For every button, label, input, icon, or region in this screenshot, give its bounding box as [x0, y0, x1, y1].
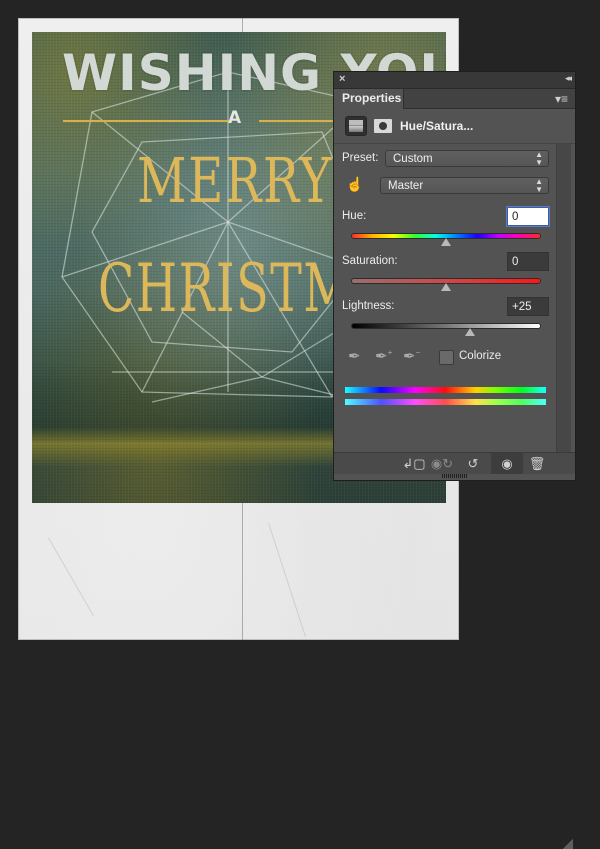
lightness-slider[interactable]	[352, 324, 540, 328]
select-arrows-icon: ▲ ▼	[535, 150, 543, 167]
tab-properties[interactable]: Properties	[334, 89, 404, 109]
adjustment-layer-icon[interactable]	[346, 117, 366, 135]
hue-input[interactable]: 0	[507, 207, 549, 226]
reset-icon[interactable]: ↺	[457, 453, 489, 474]
panel-grip[interactable]	[442, 474, 468, 478]
preset-select[interactable]: Custom ▲ ▼	[385, 150, 549, 167]
saturation-label: Saturation:	[342, 255, 398, 267]
select-arrows-icon: ▲ ▼	[535, 177, 543, 194]
preset-label: Preset:	[342, 152, 379, 164]
input-color-bar	[345, 387, 546, 393]
hue-slider-thumb[interactable]	[441, 238, 451, 246]
targeted-adjustment-hand-icon[interactable]: ☝	[346, 176, 363, 193]
lightness-slider-thumb[interactable]	[464, 328, 475, 336]
output-color-bar	[345, 399, 546, 405]
saturation-slider-thumb[interactable]	[441, 283, 451, 291]
panel-menu-icon[interactable]: ▾≡	[555, 92, 568, 106]
panel-scrollbar[interactable]	[556, 144, 571, 452]
view-previous-icon[interactable]: ◉↻	[426, 453, 458, 474]
close-icon[interactable]: ×	[339, 73, 345, 85]
colorize-label: Colorize	[459, 350, 502, 362]
preset-value: Custom	[393, 153, 433, 165]
channel-value: Master	[388, 180, 424, 192]
colorize-checkbox[interactable]	[439, 350, 454, 365]
adjustment-header: Hue/Satura...	[334, 109, 575, 144]
headline-a: A	[228, 108, 242, 128]
paper-crease	[268, 522, 307, 638]
eyedropper-icon[interactable]: ✒	[348, 347, 361, 365]
adjustment-title: Hue/Satura...	[400, 119, 474, 133]
trash-icon[interactable]: 🗑	[521, 453, 553, 474]
lightness-label: Lightness:	[342, 300, 395, 312]
visibility-eye-icon[interactable]: ◉	[491, 453, 523, 474]
layer-mask-icon[interactable]	[374, 119, 392, 133]
paper-crease	[48, 537, 94, 616]
channel-select[interactable]: Master ▲ ▼	[380, 177, 549, 194]
panel-body: Preset: Custom ▲ ▼ ☝ Master ▲ ▼ Hue: 0 Sat…	[334, 144, 556, 452]
lightness-input[interactable]: +25	[507, 297, 549, 316]
eyedropper-add-icon[interactable]: ✒+	[375, 347, 392, 365]
eyedropper-subtract-icon[interactable]: ✒−	[403, 347, 420, 365]
hue-label: Hue:	[342, 210, 367, 222]
panel-tabbar: Properties ▾≡	[334, 89, 575, 109]
panel-titlebar[interactable]: × ◂◂	[334, 72, 575, 89]
saturation-input[interactable]: 0	[507, 252, 549, 271]
resize-handle[interactable]	[563, 839, 573, 849]
panel-footer: ↲▢ ◉↻ ↺ ◉ 🗑	[334, 452, 575, 849]
headline-merry: MERRY	[137, 144, 333, 217]
collapse-icon[interactable]: ◂◂	[565, 73, 572, 84]
properties-panel: × ◂◂ Properties ▾≡ Hue/Satura... Preset:…	[334, 72, 575, 849]
